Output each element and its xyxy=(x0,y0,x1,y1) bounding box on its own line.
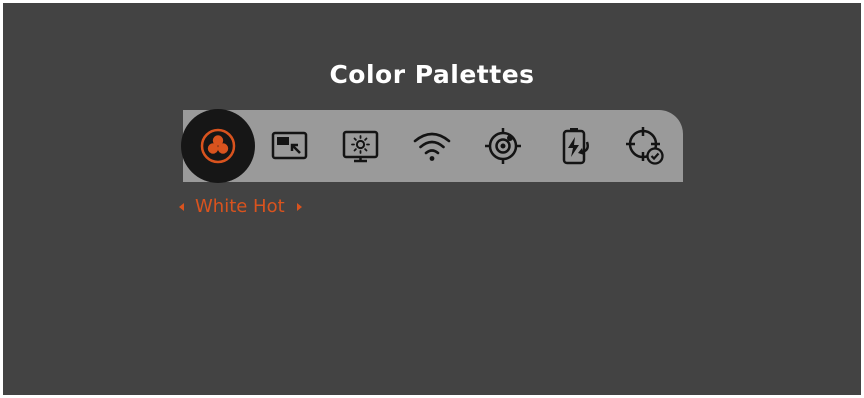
next-arrow-icon[interactable] xyxy=(296,203,302,211)
menu-item-picture-in-picture[interactable] xyxy=(259,115,321,177)
picture-in-picture-icon xyxy=(270,126,310,166)
crosshair-calibrate-icon xyxy=(625,126,665,166)
target-lock-icon xyxy=(483,126,523,166)
palette-selector[interactable]: White Hot xyxy=(179,194,302,220)
battery-charging-icon xyxy=(554,126,594,166)
palette-value: White Hot xyxy=(195,196,285,217)
menu-item-battery[interactable] xyxy=(543,115,605,177)
color-palette-icon xyxy=(198,126,238,166)
previous-arrow-icon[interactable] xyxy=(179,203,184,211)
page-title: Color Palettes xyxy=(329,60,535,89)
menu-item-color-palettes[interactable] xyxy=(181,109,255,183)
menu-item-brightness[interactable] xyxy=(330,115,392,177)
menu-item-target[interactable] xyxy=(472,115,534,177)
screen-brightness-icon xyxy=(341,126,381,166)
menu-item-calibration[interactable] xyxy=(614,115,676,177)
wifi-icon xyxy=(411,126,453,166)
menu-item-wifi[interactable] xyxy=(401,115,463,177)
